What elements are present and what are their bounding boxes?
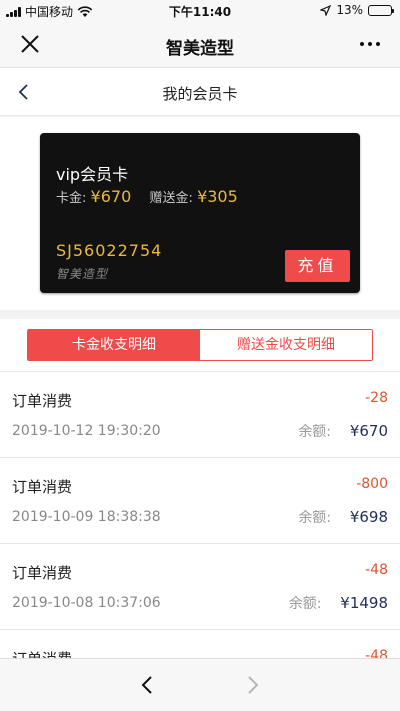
battery-icon — [368, 4, 394, 16]
transaction-amount: -800 — [356, 476, 388, 492]
balance-label: 余额: — [288, 596, 322, 612]
transaction-amount: -28 — [365, 390, 388, 406]
card-section: vip会员卡 卡金: ¥670 赠送金: ¥305 SJ56022754 智美造… — [0, 117, 400, 310]
transaction-balance: 余额: ¥698 — [298, 507, 388, 527]
bonus-value: ¥305 — [197, 187, 238, 206]
recharge-button[interactable]: 充值 — [285, 250, 350, 282]
balance-label: 余额: — [298, 424, 332, 440]
card-title: vip会员卡 — [56, 165, 129, 184]
card-number: SJ56022754 — [56, 241, 163, 260]
transaction-type: 订单消费 — [12, 564, 73, 582]
balance-label: 余额: — [298, 510, 332, 526]
transaction-balance: 余额: ¥670 — [298, 421, 388, 441]
balance-value: ¥670 — [349, 422, 388, 440]
chevron-left-icon[interactable] — [136, 673, 160, 697]
transaction-row[interactable]: 订单消费 -48 — [0, 630, 400, 658]
tab-group: 卡金收支明细 赠送金收支明细 — [27, 329, 373, 361]
balance-value: ¥698 — [349, 508, 388, 526]
location-arrow-icon — [320, 4, 332, 16]
transaction-date: 2019-10-12 19:30:20 — [12, 423, 161, 439]
card-brand: 智美造型 — [56, 267, 109, 281]
transaction-list: 订单消费 -28 2019-10-12 19:30:20 余额: ¥670 订单… — [0, 372, 400, 658]
app-title: 智美造型 — [166, 39, 234, 59]
transaction-type: 订单消费 — [12, 478, 73, 496]
page-header: 我的会员卡 — [0, 68, 400, 116]
transaction-balance: 余额: ¥1498 — [289, 593, 388, 613]
balance-value: ¥1498 — [340, 594, 388, 612]
transaction-row[interactable]: 订单消费 -28 2019-10-12 19:30:20 余额: ¥670 — [0, 372, 400, 458]
bottom-nav — [0, 658, 400, 711]
status-right: 13% — [320, 3, 394, 17]
transaction-date: 2019-10-08 10:37:06 — [12, 595, 161, 611]
chevron-right-icon[interactable] — [240, 673, 264, 697]
transaction-amount: -48 — [365, 648, 388, 658]
transaction-type: 订单消费 — [12, 392, 73, 410]
balance-label: 卡金: — [56, 191, 87, 206]
tab-card-gold-detail[interactable]: 卡金收支明细 — [28, 330, 200, 360]
tabs-section: 卡金收支明细 赠送金收支明细 — [0, 319, 400, 372]
card-balances: 卡金: ¥670 赠送金: ¥305 — [56, 187, 238, 206]
balance-value: ¥670 — [90, 187, 132, 206]
status-bar: 中国移动 下午11:40 13% — [0, 0, 400, 22]
transaction-amount: -48 — [365, 562, 388, 578]
page-title: 我的会员卡 — [162, 85, 238, 103]
membership-card: vip会员卡 卡金: ¥670 赠送金: ¥305 SJ56022754 智美造… — [40, 133, 360, 293]
tab-bonus-detail[interactable]: 赠送金收支明细 — [200, 330, 372, 360]
transaction-date: 2019-10-09 18:38:38 — [12, 509, 161, 525]
battery-percent: 13% — [336, 3, 363, 17]
more-icon[interactable] — [356, 34, 384, 54]
transaction-row[interactable]: 订单消费 -800 2019-10-09 18:38:38 余额: ¥698 — [0, 458, 400, 544]
app-header: 智美造型 — [0, 22, 400, 68]
transaction-type: 订单消费 — [12, 648, 72, 658]
transaction-row[interactable]: 订单消费 -48 2019-10-08 10:37:06 余额: ¥1498 — [0, 544, 400, 630]
bonus-label: 赠送金: — [149, 191, 193, 206]
